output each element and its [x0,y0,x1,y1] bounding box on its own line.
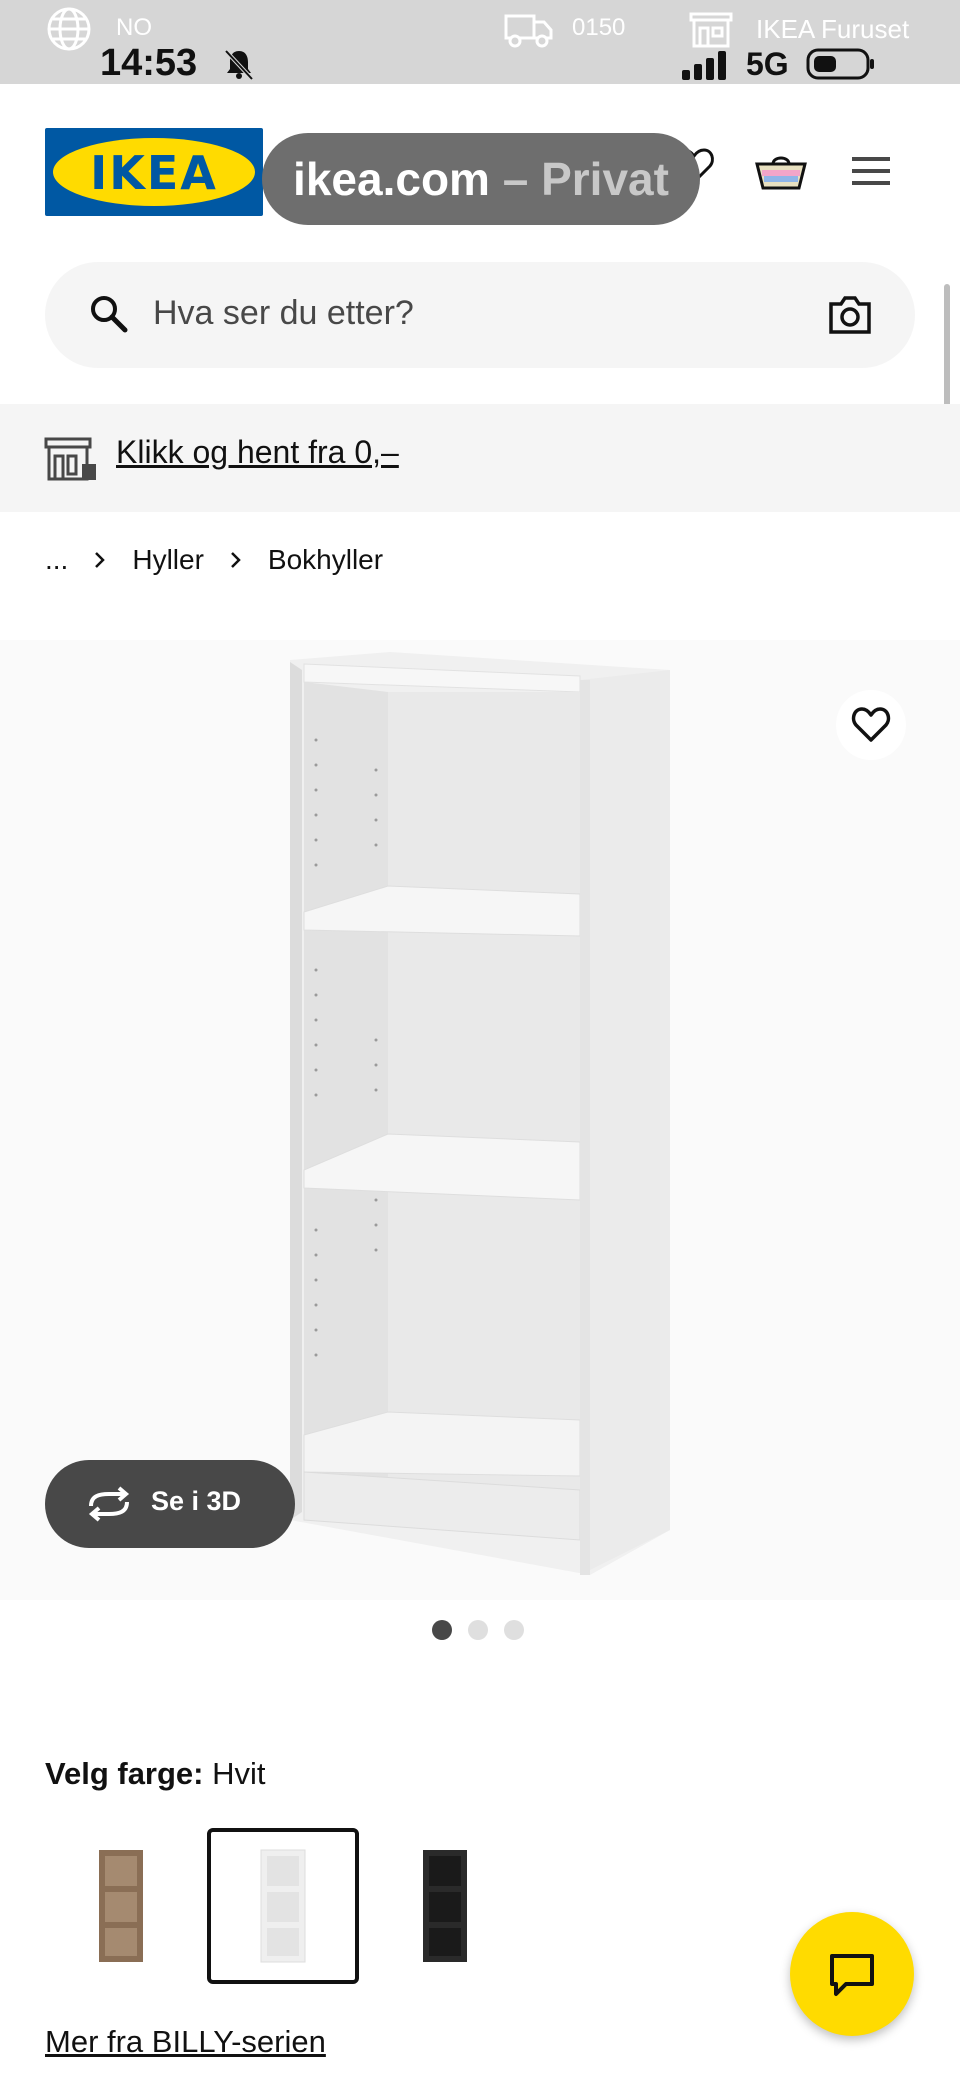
camera-icon[interactable] [827,294,873,336]
shopping-basket-icon[interactable] [754,148,808,192]
chevron-right-icon [95,552,106,568]
store-icon [689,12,733,48]
status-bar: NO 14:53 0150 IKEA Furuset 5G [0,0,960,84]
delivery-postcode: 0150 [572,14,626,41]
color-selector-title: Velg farge: Hvit [45,1756,266,1792]
color-swatches [45,1828,521,1984]
network-type: 5G [746,46,789,82]
color-label: Velg farge: [45,1756,204,1791]
ikea-logo[interactable]: IKEA [45,128,263,216]
promo-link[interactable]: Klikk og hent fra 0,– [116,434,399,471]
site-header: IKEA ikea.com – Privat [0,84,960,254]
store-name: IKEA Furuset [756,14,910,44]
clock: 14:53 [100,42,198,84]
view-in-3d-label: Se i 3D [151,1486,242,1516]
bell-muted-icon [224,49,254,81]
carrier-label: NO [116,14,152,41]
menu-icon[interactable] [850,154,892,188]
series-link[interactable]: Mer fra BILLY-serien [45,2024,326,2060]
chevron-right-icon [231,552,241,568]
breadcrumb: ... Hyller Bokhyller [45,540,383,580]
breadcrumb-ellipsis[interactable]: ... [45,544,68,576]
private-browsing-pill: ikea.com – Privat [262,133,700,225]
signal-icon [682,51,726,80]
heart-icon [851,707,891,742]
carousel-dot[interactable] [432,1620,452,1640]
breadcrumb-shelves[interactable]: Hyller [132,544,204,576]
image-carousel-dots [432,1620,524,1640]
carousel-dot[interactable] [468,1620,488,1640]
store-pickup-icon [44,437,96,481]
bookcase-white-thumbnail [260,1849,306,1963]
view-in-3d-button[interactable]: Se i 3D [45,1460,295,1548]
product-image[interactable] [0,640,960,1600]
add-to-favourites-button[interactable] [836,690,906,760]
search-input[interactable]: Hva ser du etter? [153,294,414,333]
pill-domain: ikea.com [293,153,490,205]
search-icon [91,296,128,333]
carousel-dot[interactable] [504,1620,524,1640]
selected-color: Hvit [212,1756,266,1791]
logo-wordmark: IKEA [90,146,218,200]
pill-suffix: – Privat [489,153,669,205]
click-collect-banner[interactable]: Klikk og hent fra 0,– [0,404,960,512]
globe-icon [47,7,91,51]
rotate-3d-icon [88,1486,130,1522]
delivery-truck-icon [504,14,553,48]
chat-button[interactable] [790,1912,914,2036]
breadcrumb-bookcases[interactable]: Bokhyller [268,544,383,576]
chat-icon [830,1954,874,1996]
search-bar[interactable]: Hva ser du etter? [45,262,915,368]
swatch-black[interactable] [369,1828,521,1984]
battery-icon [806,48,874,80]
swatch-walnut[interactable] [45,1828,197,1984]
bookcase-walnut-thumbnail [99,1850,143,1962]
bookcase-black-thumbnail [423,1850,467,1962]
swatch-white[interactable] [207,1828,359,1984]
